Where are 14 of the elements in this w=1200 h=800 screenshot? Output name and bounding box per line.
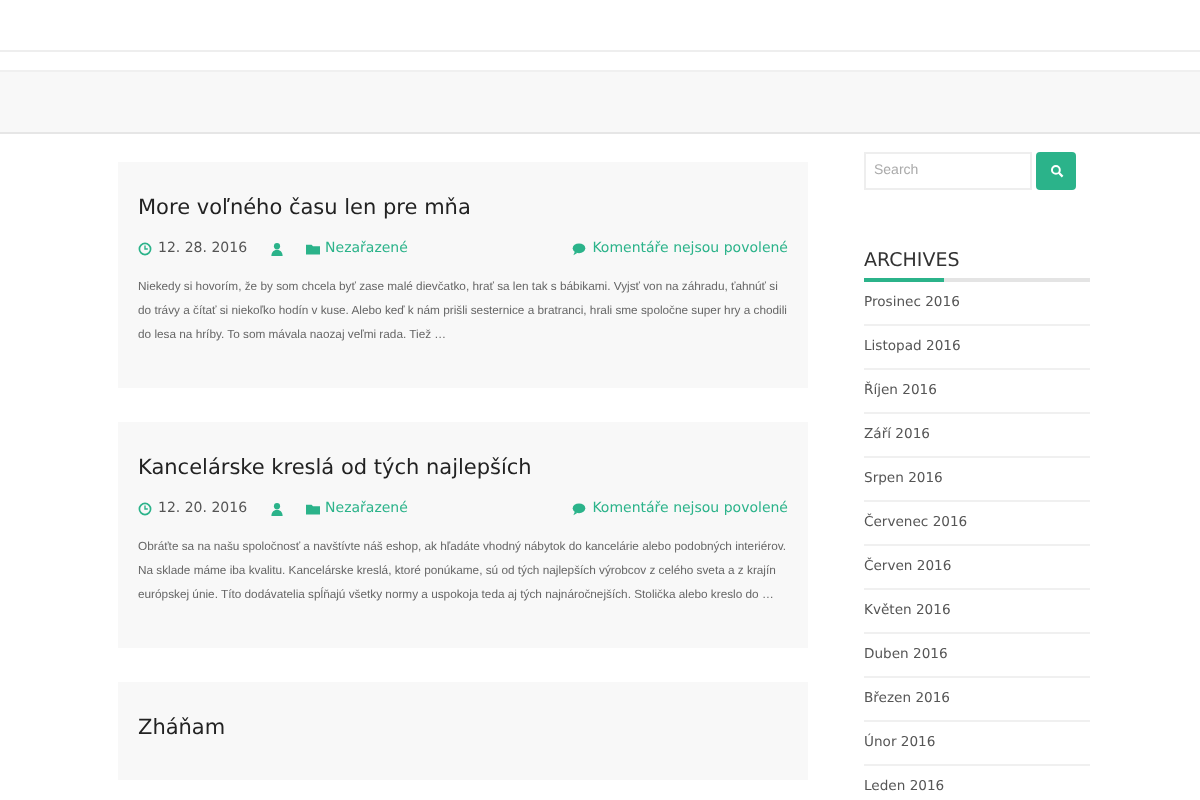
post-title[interactable]: More voľného času len pre mňa <box>138 196 788 220</box>
post-title[interactable]: Kancelárske kreslá od tých najlepších <box>138 456 788 480</box>
user-icon <box>269 501 284 515</box>
user-icon <box>269 241 284 255</box>
search-button[interactable] <box>1036 152 1076 190</box>
speech-bubble-icon <box>572 241 587 255</box>
search-icon <box>1049 164 1063 178</box>
archives-heading: ARCHIVES <box>864 250 962 272</box>
clock-icon <box>138 241 152 255</box>
folder-icon <box>305 501 320 515</box>
post-title[interactable]: Zháňam <box>138 716 788 740</box>
clock-icon <box>138 501 152 515</box>
speech-bubble-icon <box>572 501 587 515</box>
folder-icon <box>305 241 320 255</box>
